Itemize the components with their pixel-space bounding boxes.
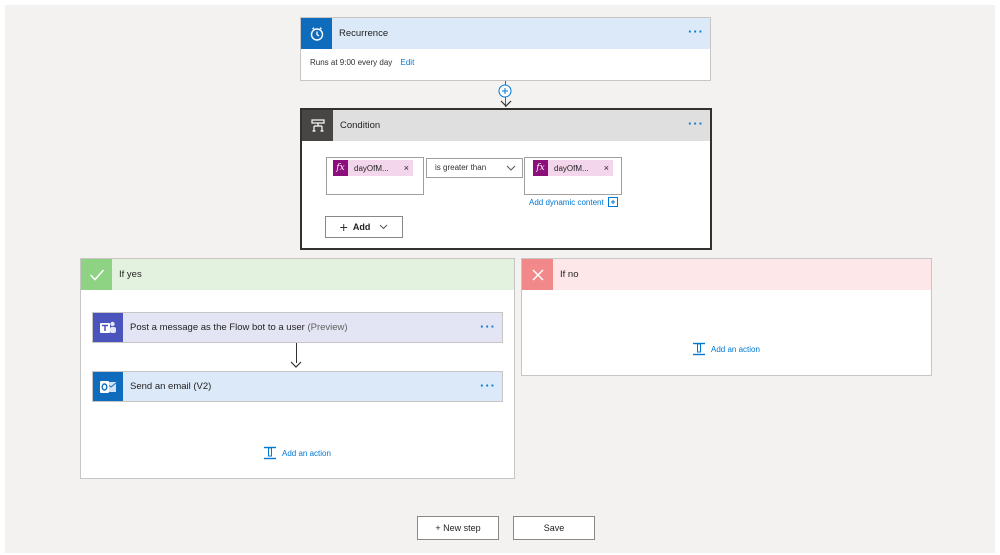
condition-add-button[interactable]: + Add (325, 216, 403, 238)
condition-operator-select[interactable]: is greater than (426, 158, 523, 178)
chevron-down-icon (506, 165, 516, 171)
arrow-down-icon (290, 361, 302, 368)
recurrence-title: Recurrence (339, 28, 389, 39)
if-yes-header[interactable]: If yes (81, 259, 514, 290)
left-token-label: dayOfM... (354, 163, 389, 173)
add-plus-icon: + (339, 219, 348, 235)
insert-step-button[interactable] (498, 84, 512, 98)
if-no-add-action-button[interactable]: Add an action (692, 342, 760, 356)
teams-post-message-action[interactable]: Post a message as the Flow bot to a user… (92, 312, 503, 343)
condition-title: Condition (340, 120, 381, 131)
dynamic-content-icon (607, 197, 618, 207)
save-button[interactable]: Save (513, 516, 595, 540)
close-icon (522, 259, 553, 290)
teams-action-title-text: Post a message as the Flow bot to a user (130, 322, 305, 333)
condition-right-operand[interactable]: fx dayOfM... × (524, 157, 622, 195)
condition-menu-button[interactable]: ··· (688, 110, 704, 138)
add-dynamic-content-label: Add dynamic content (529, 197, 604, 207)
operator-value: is greater than (435, 163, 487, 172)
check-icon (81, 259, 112, 290)
if-yes-branch: If yes Post a message as the Flow bot to… (80, 258, 515, 479)
if-yes-title: If yes (119, 269, 142, 280)
fx-icon: fx (333, 160, 348, 176)
if-yes-add-action-label: Add an action (282, 448, 331, 458)
add-dynamic-content-link[interactable]: Add dynamic content (529, 197, 618, 207)
recurrence-edit-link[interactable]: Edit (401, 58, 415, 67)
teams-action-menu-button[interactable]: ··· (480, 313, 496, 340)
if-no-title: If no (560, 269, 579, 280)
new-step-button[interactable]: + New step (417, 516, 499, 540)
left-token-remove-button[interactable]: × (404, 163, 409, 173)
clock-icon (301, 18, 332, 49)
if-no-add-action-label: Add an action (711, 344, 760, 354)
if-yes-add-action-button[interactable]: Add an action (263, 446, 331, 460)
add-button-label: Add (352, 222, 371, 232)
recurrence-summary-row: Runs at 9:00 every day Edit (310, 58, 414, 67)
add-action-icon (693, 342, 705, 356)
condition-card[interactable]: Condition ··· fx dayOfM... × is greater … (300, 108, 712, 250)
recurrence-card[interactable]: Recurrence ··· Runs at 9:00 every day Ed… (300, 17, 711, 81)
teams-action-title: Post a message as the Flow bot to a user… (130, 313, 348, 342)
send-email-action-title: Send an email (V2) (130, 381, 212, 392)
arrow-down-icon (500, 100, 512, 107)
add-action-icon (264, 446, 276, 460)
condition-left-operand[interactable]: fx dayOfM... × (326, 157, 424, 195)
if-no-header[interactable]: If no (522, 259, 931, 290)
recurrence-menu-button[interactable]: ··· (688, 18, 704, 46)
plus-circle-icon (498, 84, 512, 98)
if-no-branch: If no Add an action (521, 258, 932, 376)
right-token-label: dayOfM... (554, 163, 589, 173)
send-email-action[interactable]: Send an email (V2) ··· (92, 371, 503, 402)
preview-badge: (Preview) (307, 322, 348, 333)
send-email-action-menu-button[interactable]: ··· (480, 372, 496, 399)
right-token: fx dayOfM... × (533, 160, 613, 176)
fx-icon: fx (533, 160, 548, 176)
recurrence-header[interactable]: Recurrence ··· (301, 18, 710, 49)
left-token: fx dayOfM... × (333, 160, 413, 176)
condition-icon (302, 110, 333, 141)
connector-line (296, 343, 297, 363)
outlook-icon (93, 372, 123, 401)
condition-header[interactable]: Condition ··· (302, 110, 710, 141)
recurrence-summary: Runs at 9:00 every day (310, 58, 393, 67)
right-token-remove-button[interactable]: × (604, 163, 609, 173)
chevron-down-icon (379, 224, 388, 230)
teams-icon (93, 313, 123, 342)
